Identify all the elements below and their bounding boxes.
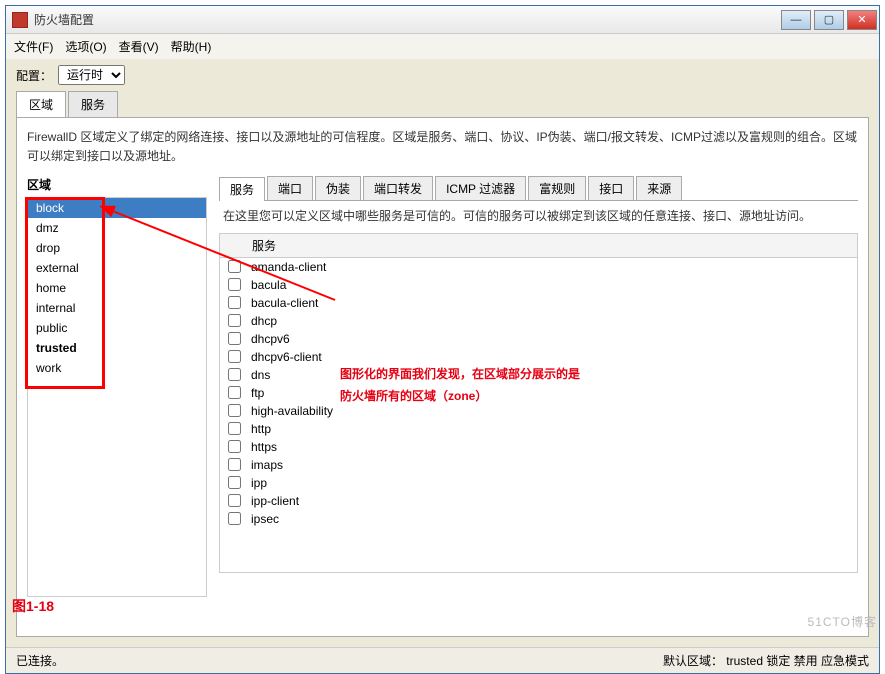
service-name: bacula [251,278,286,292]
zone-list[interactable]: blockdmzdropexternalhomeinternalpublictr… [27,197,207,597]
service-row[interactable]: imaps [220,456,857,474]
service-name: ftp [251,386,264,400]
menu-options[interactable]: 选项(O) [65,38,106,55]
service-row[interactable]: dhcpv6-client [220,348,857,366]
subtab-icmp[interactable]: ICMP 过滤器 [435,176,526,200]
service-row[interactable]: ipp [220,474,857,492]
sub-tabs: 服务 端口 伪装 端口转发 ICMP 过滤器 富规则 接口 来源 [219,176,858,201]
service-name: dhcp [251,314,277,328]
watermark: 51CTO博客 [808,613,877,630]
service-name: dns [251,368,270,382]
service-checkbox[interactable] [228,404,241,417]
service-name: https [251,440,277,454]
service-name: high-availability [251,404,333,418]
zone-item-public[interactable]: public [28,318,206,338]
zone-item-external[interactable]: external [28,258,206,278]
service-name: ipsec [251,512,279,526]
tab-services[interactable]: 服务 [68,91,118,117]
zone-item-internal[interactable]: internal [28,298,206,318]
zone-header: 区域 [27,176,207,193]
zone-column: 区域 blockdmzdropexternalhomeinternalpubli… [27,176,207,606]
toolbar: 配置： 运行时 [6,59,879,91]
service-checkbox[interactable] [228,296,241,309]
titlebar: 防火墙配置 — ▢ ✕ [6,6,879,34]
service-checkbox[interactable] [228,512,241,525]
service-row[interactable]: bacula [220,276,857,294]
figure-label: 图1-18 [12,596,54,616]
main-tabs: 区域 服务 [16,91,869,117]
zone-item-home[interactable]: home [28,278,206,298]
zone-item-dmz[interactable]: dmz [28,218,206,238]
zone-item-trusted[interactable]: trusted [28,338,206,358]
service-row[interactable]: dhcp [220,312,857,330]
service-name: imaps [251,458,283,472]
service-checkbox[interactable] [228,440,241,453]
annotation-text: 图形化的界面我们发现，在区域部分展示的是 防火墙所有的区域（zone） [340,364,580,407]
menubar: 文件(F) 选项(O) 查看(V) 帮助(H) [6,34,879,59]
service-row[interactable]: bacula-client [220,294,857,312]
zone-item-block[interactable]: block [28,198,206,218]
minimize-button[interactable]: — [781,10,811,30]
tab-zones[interactable]: 区域 [16,91,66,117]
service-checkbox[interactable] [228,260,241,273]
window-frame: 防火墙配置 — ▢ ✕ 文件(F) 选项(O) 查看(V) 帮助(H) 配置： … [5,5,880,674]
config-select[interactable]: 运行时 [58,65,125,85]
service-column-header: 服务 [252,237,276,254]
service-name: dhcpv6 [251,332,290,346]
service-name: dhcpv6-client [251,350,322,364]
zone-item-work[interactable]: work [28,358,206,378]
service-name: http [251,422,271,436]
service-row[interactable]: dhcpv6 [220,330,857,348]
service-checkbox[interactable] [228,350,241,363]
subtab-ports[interactable]: 端口 [267,176,313,200]
config-label: 配置： [16,67,52,84]
service-row[interactable]: ipp-client [220,492,857,510]
window-buttons: — ▢ ✕ [781,10,877,30]
status-right: 默认区域： trusted 锁定 禁用 应急模式 [663,652,869,669]
service-checkbox[interactable] [228,494,241,507]
service-row[interactable]: http [220,420,857,438]
service-checkbox[interactable] [228,278,241,291]
service-checkbox[interactable] [228,458,241,471]
service-checkbox[interactable] [228,368,241,381]
status-left: 已连接。 [16,652,64,669]
service-name: ipp [251,476,267,490]
close-button[interactable]: ✕ [847,10,877,30]
service-row[interactable]: ipsec [220,510,857,528]
app-icon [12,12,28,28]
subtab-services[interactable]: 服务 [219,177,265,201]
service-checkbox[interactable] [228,386,241,399]
service-name: amanda-client [251,260,326,274]
zone-item-drop[interactable]: drop [28,238,206,258]
service-checkbox[interactable] [228,332,241,345]
subtab-ifaces[interactable]: 接口 [588,176,634,200]
service-checkbox[interactable] [228,422,241,435]
menu-file[interactable]: 文件(F) [14,38,53,55]
subtab-portfwd[interactable]: 端口转发 [363,176,433,200]
service-name: ipp-client [251,494,299,508]
maximize-button[interactable]: ▢ [814,10,844,30]
menu-view[interactable]: 查看(V) [119,38,159,55]
service-checkbox[interactable] [228,314,241,327]
service-checkbox[interactable] [228,476,241,489]
menu-help[interactable]: 帮助(H) [171,38,212,55]
service-row[interactable]: amanda-client [220,258,857,276]
statusbar: 已连接。 默认区域： trusted 锁定 禁用 应急模式 [6,647,879,673]
services-description: 在这里您可以定义区域中哪些服务是可信的。可信的服务可以被绑定到该区域的任意连接、… [219,201,858,232]
service-name: bacula-client [251,296,318,310]
zone-description: FirewallD 区域定义了绑定的网络连接、接口以及源地址的可信程度。区域是服… [27,128,858,166]
service-row[interactable]: https [220,438,857,456]
subtab-rich[interactable]: 富规则 [528,176,586,200]
service-header-row: 服务 [220,234,857,258]
subtab-sources[interactable]: 来源 [636,176,682,200]
window-title: 防火墙配置 [34,11,94,28]
subtab-masq[interactable]: 伪装 [315,176,361,200]
